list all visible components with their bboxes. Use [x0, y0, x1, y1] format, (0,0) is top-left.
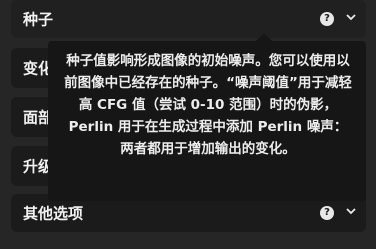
chevron-down-icon[interactable]: [346, 12, 356, 22]
chevron-down-icon[interactable]: [346, 206, 356, 216]
options-panel: 种子 ? 变化 面部 升级 其他选项 ? 种子值影响形成图像的初始噪声。您可以使…: [0, 0, 376, 249]
help-icon[interactable]: ?: [320, 206, 334, 220]
tooltip-arrow: [256, 33, 272, 41]
seed-help-tooltip: 种子值影响形成图像的初始噪声。您可以使用以前图像中已经存在的种子。“噪声阈值”用…: [48, 41, 366, 201]
accordion-seed-label: 种子: [23, 10, 54, 29]
accordion-other-options-label: 其他选项: [23, 204, 84, 223]
tooltip-text: 种子值影响形成图像的初始噪声。您可以使用以前图像中已经存在的种子。“噪声阈值”用…: [64, 53, 352, 157]
help-icon[interactable]: ?: [320, 12, 334, 26]
accordion-seed[interactable]: 种子 ?: [11, 0, 366, 38]
